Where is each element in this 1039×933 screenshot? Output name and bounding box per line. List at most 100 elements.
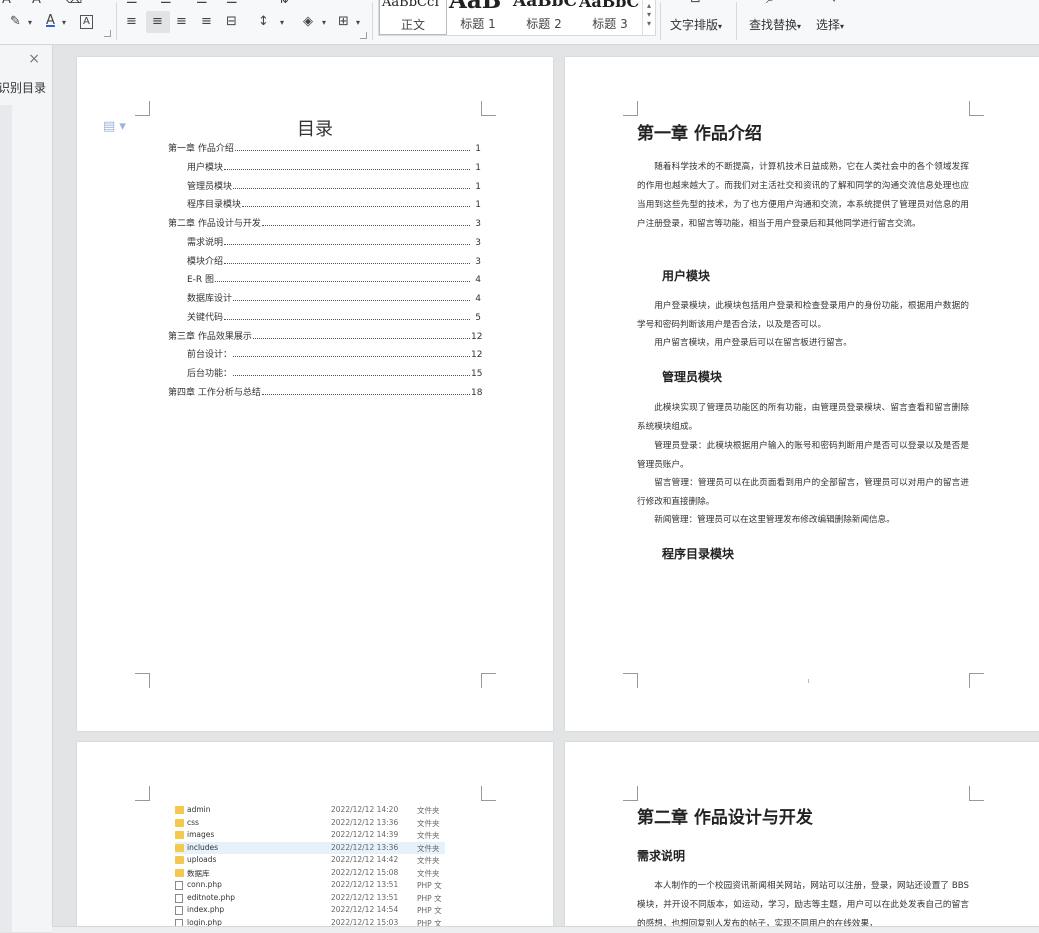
font-color-icon[interactable]: A xyxy=(46,14,55,28)
navigation-pane: × 识别目录 xyxy=(0,45,53,932)
file-date: 2022/12/12 13:51 xyxy=(331,880,399,889)
page-toc: ▤ ▾ 目录 第一章 作品介绍 1 用户模块 1 管理员模块 1 程序目录模块 1 第二章 作品… xyxy=(77,57,553,731)
toc-entry[interactable]: 管理员模块 1 xyxy=(187,178,481,192)
section-heading: 程序目录模块 xyxy=(662,547,735,561)
file-date: 2022/12/12 15:08 xyxy=(331,867,399,877)
font-color-caret-icon[interactable]: ▾ xyxy=(62,16,66,30)
paragraph-dialog-launcher[interactable] xyxy=(360,32,367,39)
toc-entry-page: 15 xyxy=(471,369,483,379)
toc-entry-text: 关键代码 xyxy=(187,312,224,323)
toc-entry[interactable]: 模块介绍 3 xyxy=(187,253,481,267)
toc-entry[interactable]: 第二章 作品设计与开发 3 xyxy=(168,215,481,229)
align-right-icon[interactable]: ≡ xyxy=(176,15,187,29)
number-list-icon[interactable]: ☰ xyxy=(160,0,172,7)
distributed-icon[interactable]: ⊟ xyxy=(226,15,237,29)
outdent-icon[interactable]: ☰ xyxy=(196,0,208,7)
margin-mark xyxy=(481,786,496,801)
toc-entry-text: 第四章 工作分析与总结 xyxy=(168,387,261,398)
style-label: 正文 xyxy=(400,18,425,32)
font-dialog-launcher[interactable] xyxy=(104,30,111,37)
toc-entry[interactable]: 需求说明 3 xyxy=(187,234,481,248)
chevron-up-icon[interactable]: ▴ xyxy=(643,1,655,10)
file-name: conn.php xyxy=(187,880,222,889)
toc-entry-page: 1 xyxy=(475,200,481,211)
file-row: includes 2022/12/12 13:36 文件夹 xyxy=(175,841,445,854)
highlight-icon[interactable]: ✎ xyxy=(10,15,21,29)
justify-icon[interactable]: ≡ xyxy=(201,15,212,29)
align-center-icon[interactable]: ≡ xyxy=(152,15,163,29)
toc-entry[interactable]: 第四章 工作分析与总结 18 xyxy=(168,384,482,398)
toc-entry-text: 后台功能： xyxy=(187,369,233,379)
toc-entry-text: 需求说明 xyxy=(187,237,224,248)
text-layout-label: 文字排版 xyxy=(670,18,719,32)
toc-entry[interactable]: 前台设计： 12 xyxy=(187,346,482,360)
align-left-icon[interactable]: ≡ xyxy=(126,15,137,29)
file-name: index.php xyxy=(187,905,225,914)
separator xyxy=(372,2,373,40)
file-date: 2022/12/12 14:39 xyxy=(331,830,399,839)
toc-entry[interactable]: 数据库设计 4 xyxy=(187,290,481,304)
file-type: PHP 文 xyxy=(417,906,442,915)
toc-entry-text: 管理员模块 xyxy=(187,181,233,192)
toc-leader-dots xyxy=(233,187,470,189)
char-border-icon[interactable]: A xyxy=(80,15,93,29)
toc-entry[interactable]: 第一章 作品介绍 1 xyxy=(168,140,481,154)
folder-icon xyxy=(175,818,184,827)
toc-entry-page: 4 xyxy=(475,275,481,286)
style-heading-1[interactable]: AaB 标题 1 xyxy=(445,0,511,33)
bullet-list-icon[interactable]: ☰ xyxy=(126,0,138,7)
style-preview: AaBbC xyxy=(513,0,577,11)
php-file-icon xyxy=(175,906,183,915)
file-type: 文件夹 xyxy=(417,831,440,840)
toc-entry[interactable]: 关键代码 5 xyxy=(187,309,481,323)
font-size-down-icon[interactable]: A xyxy=(32,0,41,7)
file-row: admin 2022/12/12 14:20 文件夹 xyxy=(175,804,445,817)
clear-format-icon[interactable]: ⌫ xyxy=(64,0,82,7)
intro-paragraph: 随着科学技术的不断提高，计算机技术日益成熟，它在人类社会中的各个领域发挥的作用也… xyxy=(637,162,969,229)
style-gallery-scroll[interactable]: ▴ ▾ ▾ xyxy=(642,0,655,35)
indent-icon[interactable]: ☰ xyxy=(226,0,238,7)
toc-entry[interactable]: E-R 图 4 xyxy=(187,271,481,285)
toc-leader-dots xyxy=(233,300,470,301)
select-button[interactable]: 选择▾ xyxy=(816,16,844,33)
cursor-icon[interactable]: ↖ xyxy=(826,0,837,6)
borders-caret-icon[interactable]: ▾ xyxy=(356,16,360,30)
toc-leader-dots xyxy=(233,375,470,376)
toc-entry-text: 模块介绍 xyxy=(187,256,224,267)
toc-entry[interactable]: 第三章 作品效果展示 12 xyxy=(168,328,483,342)
sort-icon[interactable]: ⇅ xyxy=(278,0,289,7)
page-files: admin 2022/12/12 14:20 文件夹 css 2022/12/12 13… xyxy=(77,742,553,932)
find-replace-button[interactable]: 查找替换▾ xyxy=(749,16,801,33)
toc-leader-dots xyxy=(242,206,470,208)
section-heading: 需求说明 xyxy=(637,849,686,863)
toc-entry[interactable]: 后台功能： 15 xyxy=(187,365,483,379)
shading-caret-icon[interactable]: ▾ xyxy=(322,16,326,30)
chevron-down-icon[interactable]: ▾ xyxy=(643,10,655,19)
style-normal[interactable]: AaBbCcI 正文 xyxy=(379,0,447,35)
close-icon[interactable]: × xyxy=(28,51,40,67)
search-icon[interactable]: ⌕ xyxy=(766,0,775,6)
text-layout-icon[interactable]: ⊟ xyxy=(690,0,701,6)
toc-entry[interactable]: 程序目录模块 1 xyxy=(187,196,481,210)
style-label: 标题 2 xyxy=(526,17,562,31)
style-heading-3[interactable]: AaBbC 标题 3 xyxy=(577,0,643,33)
paragraph: 留言管理：管理员可以在此页面看到用户的全部留言，管理员可以对用户的留言进行修改和… xyxy=(637,478,969,507)
line-spacing-caret-icon[interactable]: ▾ xyxy=(280,16,284,30)
shading-icon[interactable]: ◈ xyxy=(303,15,313,29)
font-size-icon[interactable]: A xyxy=(2,0,11,7)
toc-leader-dots xyxy=(224,318,470,320)
file-name: includes xyxy=(187,842,219,852)
margin-mark xyxy=(969,101,984,116)
toc-entry[interactable]: 用户模块 1 xyxy=(187,159,481,173)
highlight-caret-icon[interactable]: ▾ xyxy=(28,16,32,30)
toc-entry-page: 12 xyxy=(471,331,483,342)
file-date: 2022/12/12 14:20 xyxy=(331,805,399,814)
chevron-down-icon: ▾ xyxy=(718,22,723,31)
identify-toc-tab[interactable]: 识别目录 xyxy=(0,79,46,96)
text-layout-button[interactable]: 文字排版▾ xyxy=(670,16,722,33)
borders-icon[interactable]: ⊞ xyxy=(338,15,349,29)
line-spacing-icon[interactable]: ↕ xyxy=(258,15,269,29)
style-heading-2[interactable]: AaBbC 标题 2 xyxy=(511,0,577,33)
toc-entry-page: 5 xyxy=(475,312,481,323)
more-styles-icon[interactable]: ▾ xyxy=(643,19,655,28)
